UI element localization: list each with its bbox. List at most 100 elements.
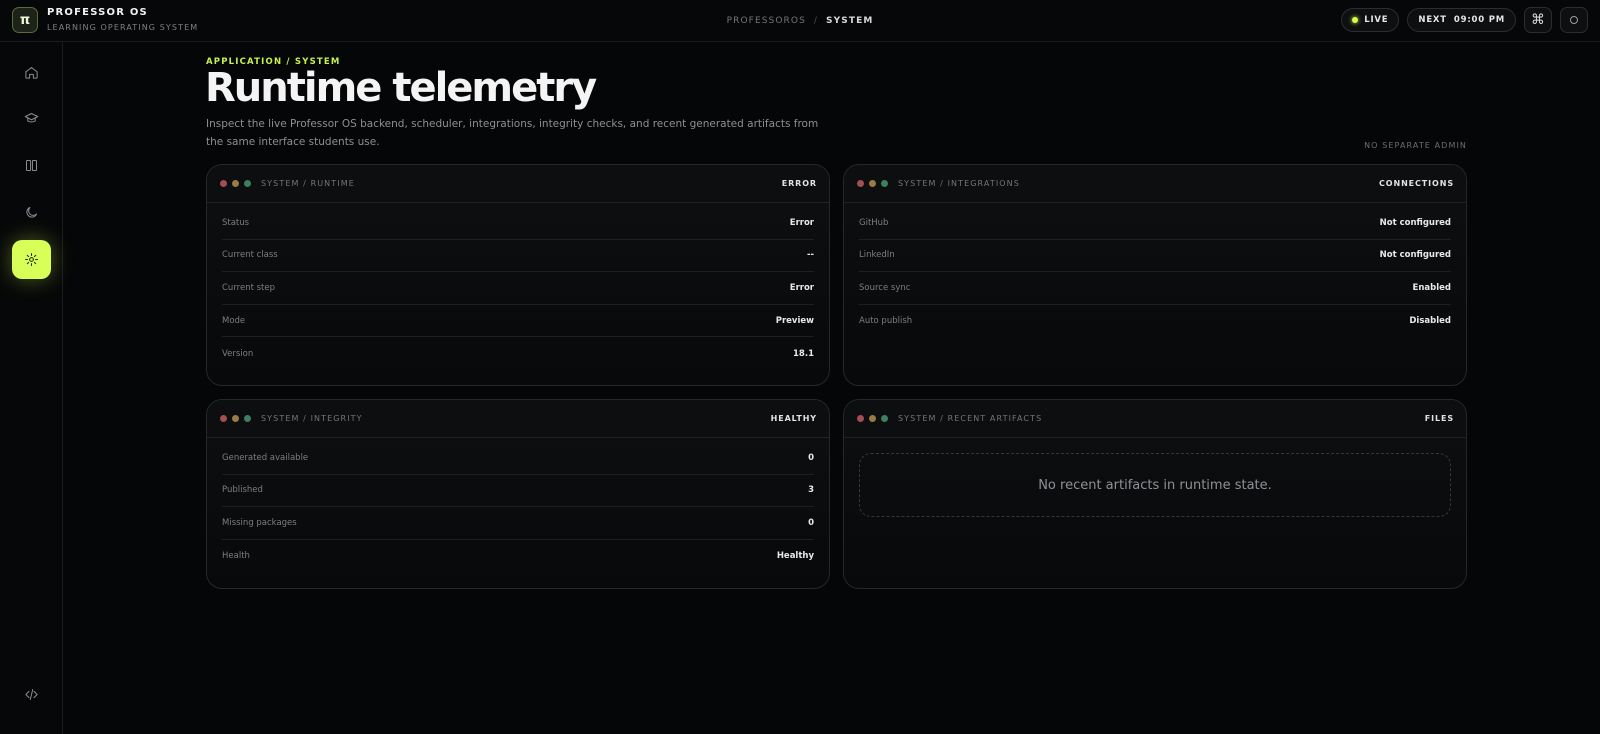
book-icon [26, 160, 37, 171]
admin-note: NO SEPARATE ADMIN [1364, 141, 1467, 150]
page-description: Inspect the live Professor OS backend, s… [206, 118, 819, 148]
artifacts-empty-state: No recent artifacts in runtime state. [859, 453, 1451, 517]
table-row: Published 3 [222, 475, 814, 508]
integrations-rows: GitHub Not configured LinkedIn Not configu… [844, 203, 1466, 337]
table-row: Source sync Enabled [859, 272, 1451, 305]
table-row: Current step Error [222, 272, 814, 305]
dot-red [857, 180, 864, 187]
table-row: Generated available 0 [222, 442, 814, 475]
next-session-pill[interactable]: NEXT 09:00 PM [1407, 8, 1516, 32]
row-value: 0 [808, 452, 814, 463]
brand[interactable]: π PROFESSOR OS LEARNING OPERATING SYSTEM [12, 7, 198, 33]
integrity-panel: SYSTEM / INTEGRITY HEALTHY Generated ava… [206, 399, 830, 589]
panel-title: SYSTEM / INTEGRATIONS [898, 179, 1020, 188]
dot-green [244, 415, 251, 422]
brand-subtitle: LEARNING OPERATING SYSTEM [47, 23, 199, 32]
rail-item-library[interactable] [12, 146, 51, 185]
row-label: Source sync [859, 282, 911, 293]
window-dots [857, 180, 888, 187]
dot-yellow [869, 180, 876, 187]
panel-title: SYSTEM / INTEGRITY [261, 414, 363, 423]
row-label: LinkedIn [859, 250, 895, 261]
table-row: Mode Preview [222, 305, 814, 338]
dot-yellow [232, 180, 239, 187]
panel-title: SYSTEM / RECENT ARTIFACTS [898, 414, 1043, 423]
dot-green [881, 415, 888, 422]
command-palette-button[interactable]: ⌘ [1524, 7, 1552, 33]
breadcrumb-root[interactable]: PROFESSOROS [727, 16, 806, 26]
rail-item-night[interactable] [12, 193, 51, 232]
runtime-rows: Status Error Current class -- Current step… [207, 203, 829, 370]
dot-red [857, 415, 864, 422]
row-value: Error [789, 282, 814, 293]
row-label: Missing packages [222, 517, 297, 528]
panel-header: SYSTEM / INTEGRATIONS CONNECTIONS [844, 165, 1466, 203]
row-value: Not configured [1379, 250, 1451, 261]
integrations-panel: SYSTEM / INTEGRATIONS CONNECTIONS GitHub… [843, 164, 1467, 386]
panel-status-tag: CONNECTIONS [1379, 179, 1454, 188]
panel-header: SYSTEM / INTEGRITY HEALTHY [207, 400, 829, 438]
brand-text: PROFESSOR OS LEARNING OPERATING SYSTEM [47, 7, 198, 33]
panel-title: SYSTEM / RUNTIME [261, 179, 355, 188]
row-value: Error [789, 217, 814, 228]
next-time: 09:00 PM [1453, 15, 1505, 25]
rail-item-system[interactable] [12, 240, 51, 279]
theme-toggle-button[interactable] [1560, 7, 1588, 33]
row-value: 18.1 [793, 348, 814, 359]
table-row: Current class -- [222, 240, 814, 273]
panel-status-tag: HEALTHY [770, 414, 817, 423]
breadcrumb-separator: / [813, 16, 819, 26]
row-label: Generated available [222, 452, 309, 463]
table-row: GitHub Not configured [859, 207, 1451, 240]
row-label: Mode [222, 315, 246, 326]
panel-status-tag: FILES [1424, 414, 1454, 423]
circle-icon [1570, 16, 1578, 24]
live-label: LIVE [1364, 15, 1389, 25]
row-value: -- [806, 250, 814, 261]
row-label: Auto publish [859, 316, 913, 327]
row-label: Health [222, 551, 250, 562]
row-value: Disabled [1409, 316, 1451, 327]
table-row: Auto publish Disabled [859, 305, 1451, 338]
row-label: Published [222, 485, 263, 496]
artifacts-panel: SYSTEM / RECENT ARTIFACTS FILES No recen… [843, 399, 1467, 589]
rail-item-developer[interactable] [12, 675, 51, 714]
row-label: Current step [222, 282, 276, 293]
breadcrumb-current: SYSTEM [826, 16, 874, 26]
integrity-rows: Generated available 0 Published 3 Missing … [207, 438, 829, 572]
panel-header: SYSTEM / RUNTIME ERROR [207, 165, 829, 203]
code-icon [25, 689, 38, 700]
runtime-panel: SYSTEM / RUNTIME ERROR Status Error Curre… [206, 164, 830, 386]
rail-item-home[interactable] [12, 53, 51, 92]
window-dots [220, 180, 251, 187]
row-value: Enabled [1412, 282, 1451, 293]
row-value: Not configured [1379, 217, 1451, 228]
table-row: Version 18.1 [222, 337, 814, 370]
panel-status-tag: ERROR [781, 179, 817, 188]
dot-red [220, 415, 227, 422]
side-rail [0, 42, 63, 734]
row-value: 3 [808, 485, 814, 496]
panel-header: SYSTEM / RECENT ARTIFACTS FILES [844, 400, 1466, 438]
live-status-pill[interactable]: LIVE [1341, 8, 1400, 32]
moon-icon [26, 207, 37, 218]
rail-item-learn[interactable] [12, 99, 51, 138]
dot-red [220, 180, 227, 187]
row-label: GitHub [859, 217, 889, 228]
window-dots [220, 415, 251, 422]
table-row: Status Error [222, 207, 814, 240]
table-row: LinkedIn Not configured [859, 240, 1451, 273]
row-value: Preview [775, 315, 814, 326]
brand-logo: π [12, 7, 38, 33]
dot-yellow [232, 415, 239, 422]
row-label: Current class [222, 250, 278, 261]
command-icon: ⌘ [1531, 12, 1545, 28]
next-label: NEXT [1418, 15, 1447, 25]
table-row: Health Healthy [222, 540, 814, 573]
top-actions: LIVE NEXT 09:00 PM ⌘ [1341, 7, 1588, 33]
dot-green [244, 180, 251, 187]
home-icon [25, 67, 38, 79]
page-title: Runtime telemetry [205, 65, 597, 111]
row-label: Version [222, 348, 254, 359]
row-value: Healthy [776, 551, 814, 562]
